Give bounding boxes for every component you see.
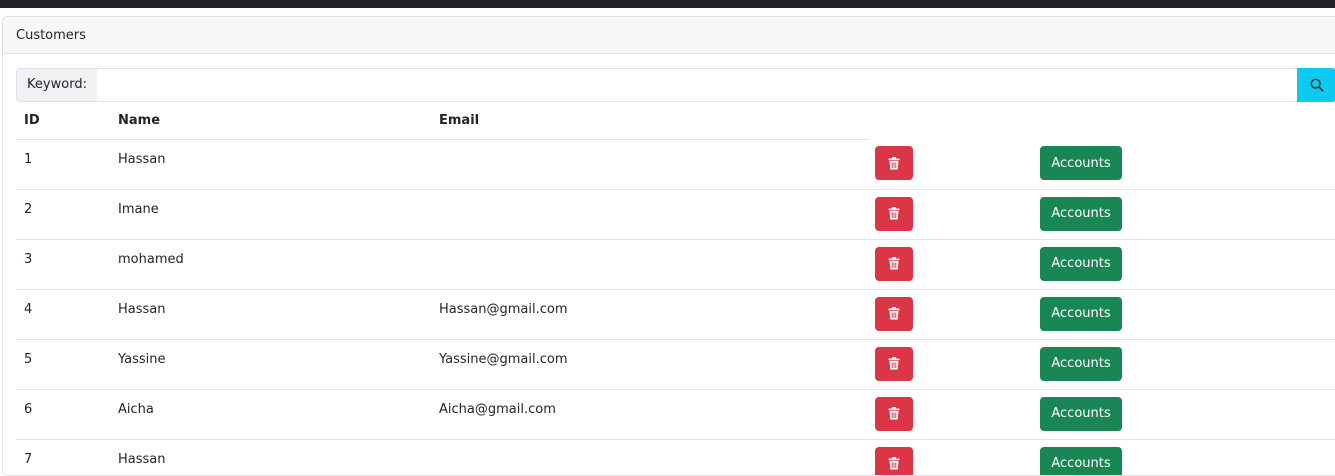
customer-id: 2	[16, 189, 110, 239]
search-button[interactable]	[1297, 68, 1335, 102]
customer-id: 7	[16, 439, 110, 476]
trash-icon	[888, 257, 900, 270]
table-row: 6AichaAicha@gmail.com Accounts	[16, 389, 1335, 439]
customer-name: Yassine	[110, 339, 431, 389]
keyword-label: Keyword:	[16, 68, 98, 102]
delete-cell	[867, 189, 1032, 239]
customer-name: mohamed	[110, 239, 431, 289]
delete-button[interactable]	[875, 347, 913, 381]
accounts-button[interactable]: Accounts	[1040, 347, 1122, 381]
table-body: 1HassanAccounts2ImaneAccounts3mohamedAcc…	[16, 139, 1335, 476]
accounts-button[interactable]: Accounts	[1040, 247, 1122, 281]
accounts-cell: Accounts	[1032, 389, 1335, 439]
search-form: Keyword:	[16, 68, 1335, 102]
customer-id: 1	[16, 139, 110, 189]
card-body: Keyword: ID Name Email	[16, 68, 1335, 476]
customer-email	[431, 139, 867, 189]
customer-name: Hassan	[110, 139, 431, 189]
search-icon	[1310, 78, 1324, 92]
accounts-button[interactable]: Accounts	[1040, 197, 1122, 231]
customer-email: Yassine@gmail.com	[431, 339, 867, 389]
accounts-button[interactable]: Accounts	[1040, 397, 1122, 431]
email-header: Email	[431, 102, 867, 139]
accounts-cell: Accounts	[1032, 139, 1335, 189]
table-row: 3mohamed Accounts	[16, 239, 1335, 289]
accounts-header	[1032, 102, 1335, 139]
customer-name: Hassan	[110, 439, 431, 476]
table-row: 1Hassan Accounts	[16, 139, 1335, 189]
customer-email	[431, 439, 867, 476]
customer-name: Imane	[110, 189, 431, 239]
table-row: 2Imane Accounts	[16, 189, 1335, 239]
name-header: Name	[110, 102, 431, 139]
top-bar	[0, 0, 1335, 8]
customer-id: 6	[16, 389, 110, 439]
delete-button[interactable]	[875, 297, 913, 331]
accounts-button[interactable]: Accounts	[1040, 297, 1122, 331]
customer-email	[431, 189, 867, 239]
delete-button[interactable]	[875, 146, 913, 180]
customer-email	[431, 239, 867, 289]
delete-cell	[867, 339, 1032, 389]
delete-button[interactable]	[875, 247, 913, 281]
accounts-cell: Accounts	[1032, 189, 1335, 239]
table-row: 5YassineYassine@gmail.com Accounts	[16, 339, 1335, 389]
trash-icon	[888, 407, 900, 420]
customer-id: 4	[16, 289, 110, 339]
keyword-input[interactable]	[97, 68, 1298, 102]
accounts-button[interactable]: Accounts	[1040, 146, 1122, 180]
delete-header	[867, 102, 1032, 139]
accounts-cell: Accounts	[1032, 339, 1335, 389]
accounts-cell: Accounts	[1032, 239, 1335, 289]
trash-icon	[888, 357, 900, 370]
accounts-cell: Accounts	[1032, 439, 1335, 476]
card-title: Customers	[3, 17, 1335, 54]
delete-cell	[867, 139, 1032, 189]
customer-name: Aicha	[110, 389, 431, 439]
customers-table: ID Name Email 1HassanAccounts2ImaneAccou…	[16, 102, 1335, 476]
accounts-cell: Accounts	[1032, 289, 1335, 339]
customer-name: Hassan	[110, 289, 431, 339]
id-header: ID	[16, 102, 110, 139]
delete-cell	[867, 439, 1032, 476]
delete-button[interactable]	[875, 197, 913, 231]
trash-icon	[888, 157, 900, 170]
delete-cell	[867, 389, 1032, 439]
table-row: 4HassanHassan@gmail.com Accounts	[16, 289, 1335, 339]
customers-card: Customers Keyword: ID	[2, 16, 1335, 476]
customer-id: 5	[16, 339, 110, 389]
delete-button[interactable]	[875, 397, 913, 431]
trash-icon	[888, 457, 900, 470]
delete-button[interactable]	[875, 447, 913, 476]
delete-cell	[867, 289, 1032, 339]
trash-icon	[888, 207, 900, 220]
table-row: 7Hassan Accounts	[16, 439, 1335, 476]
accounts-button[interactable]: Accounts	[1040, 447, 1122, 476]
delete-cell	[867, 239, 1032, 289]
customer-id: 3	[16, 239, 110, 289]
customer-email: Hassan@gmail.com	[431, 289, 867, 339]
trash-icon	[888, 307, 900, 320]
table-header-row: ID Name Email	[16, 102, 1335, 139]
customer-email: Aicha@gmail.com	[431, 389, 867, 439]
